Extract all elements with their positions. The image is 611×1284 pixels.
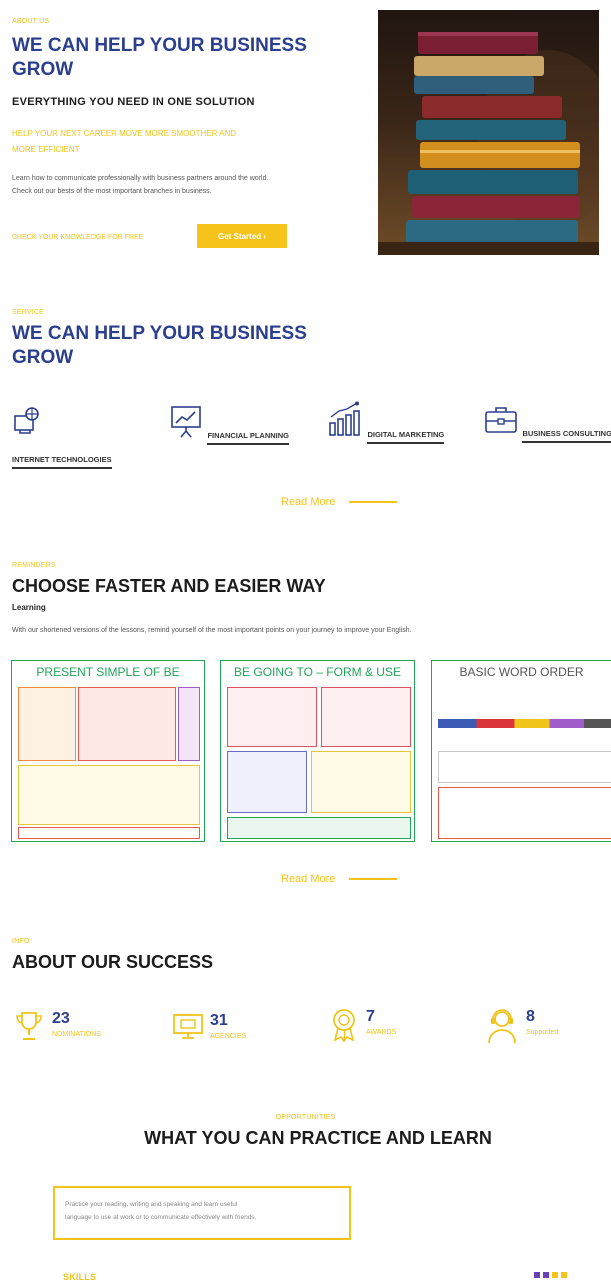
lesson-card-be-going-to[interactable]: BE GOING TO – FORM & USE <box>220 660 415 842</box>
about-kicker: ABOUT US <box>12 18 50 25</box>
service-internet-technologies[interactable]: INTERNET TECHNOLOGIES <box>12 404 142 469</box>
service-label-consulting: BUSINESS CONSULTING <box>522 429 611 443</box>
lesson-card-basic-word-order[interactable]: BASIC WORD ORDER <box>431 660 611 842</box>
card2-block-a <box>227 687 317 747</box>
service-label-digital: DIGITAL MARKETING <box>367 430 445 444</box>
practice-box-line2: language to use at work or to communicat… <box>65 1214 257 1221</box>
books-image <box>378 10 599 255</box>
service-title: WE CAN HELP YOUR BUSINESS GROW <box>12 322 307 370</box>
stat-label-agencies: AGENCIES <box>210 1033 247 1040</box>
card1-block-e <box>18 827 200 839</box>
about-yellow-tagline: HELP YOUR NEXT CAREER MOVE MORE SMOOTHER… <box>12 126 236 158</box>
about-yellow-line2: MORE EFFICIENT <box>12 145 80 154</box>
about-title-line2: GROW <box>12 59 74 80</box>
card3-block-b <box>438 751 611 783</box>
service-financial-planning[interactable]: FINANCIAL PLANNING <box>169 404 299 445</box>
reminders-read-more-label[interactable]: Read More <box>281 873 335 885</box>
read-more-line <box>349 501 398 503</box>
stat-num-nominations: 23 <box>52 1010 70 1027</box>
stat-awards: 7 AWARDS <box>330 1008 396 1042</box>
read-more-line-2 <box>349 878 398 880</box>
lesson-card-present-simple[interactable]: PRESENT SIMPLE OF BE <box>11 660 205 842</box>
about-title: WE CAN HELP YOUR BUSINESS GROW <box>12 34 307 82</box>
service-kicker: SERVICE <box>12 309 45 316</box>
card-title-present-simple: PRESENT SIMPLE OF BE <box>36 665 180 679</box>
carousel-dot-1[interactable] <box>534 1272 540 1278</box>
bar-growth-icon <box>329 401 360 436</box>
trophy-icon <box>16 1012 42 1040</box>
service-digital-marketing[interactable]: DIGITAL MARKETING <box>327 401 457 444</box>
about-body-line1: Learn how to communicate professionally … <box>12 175 269 182</box>
practice-kicker: OPPORTUNITIES <box>275 1114 336 1121</box>
globe-computer-icon <box>14 407 39 434</box>
card2-block-c <box>227 751 307 813</box>
reminders-body: With our shortened versions of the lesso… <box>12 627 412 634</box>
card1-block-d <box>18 765 200 825</box>
card2-block-e <box>227 817 411 839</box>
stat-num-agencies: 31 <box>210 1012 228 1029</box>
reminders-title: CHOOSE FASTER AND EASIER WAY <box>12 576 326 596</box>
practice-box-line1: Practice your reading, writing and speak… <box>65 1201 238 1208</box>
success-kicker: INFO <box>12 938 30 945</box>
service-read-more[interactable]: Read More <box>281 496 398 508</box>
award-ribbon-icon <box>333 1009 355 1042</box>
card1-block-c <box>178 687 200 761</box>
stat-num-awards: 7 <box>366 1008 375 1025</box>
monitor-icon <box>173 1014 203 1039</box>
stat-nominations: 23 NOMINATIONS <box>14 1010 101 1042</box>
presentation-chart-icon <box>171 406 201 438</box>
book-stack-illustration <box>378 32 599 255</box>
skills-heading: SKILLS <box>63 1272 97 1282</box>
stat-label-nominations: NOMINATIONS <box>52 1031 101 1038</box>
carousel-dots[interactable] <box>534 1272 567 1278</box>
reminders-kicker: REMINDERS <box>12 562 56 569</box>
check-knowledge-link[interactable]: CHECK YOUR KNOWLEDGE FOR FREE <box>12 234 143 241</box>
about-title-line1: WE CAN HELP YOUR BUSINESS <box>12 35 307 56</box>
reminders-sub: Learning <box>12 603 46 612</box>
carousel-dot-3[interactable] <box>552 1272 558 1278</box>
support-agent-icon <box>488 1009 516 1044</box>
briefcase-icon <box>485 407 517 433</box>
card3-word-order-bar <box>438 719 611 728</box>
service-label-internet: INTERNET TECHNOLOGIES <box>12 455 112 469</box>
card2-block-d <box>311 751 411 813</box>
service-title-line1: WE CAN HELP YOUR BUSINESS <box>12 323 307 344</box>
about-yellow-line1: HELP YOUR NEXT CAREER MOVE MORE SMOOTHER… <box>12 129 237 138</box>
card1-block-b <box>78 687 176 761</box>
about-body: Learn how to communicate professionally … <box>12 172 372 198</box>
stat-num-supported: 8 <box>526 1008 535 1025</box>
practice-title: WHAT YOU CAN PRACTICE AND LEARN <box>144 1128 492 1148</box>
card-title-be-going-to: BE GOING TO – FORM & USE <box>234 665 401 679</box>
stat-supported: 8 Supported <box>486 1008 558 1044</box>
card-title-basic-word-order: BASIC WORD ORDER <box>459 665 584 679</box>
reminders-read-more[interactable]: Read More <box>281 873 398 885</box>
get-started-button[interactable]: Get Started › <box>197 224 287 248</box>
practice-info-box: Practice your reading, writing and speak… <box>53 1186 351 1240</box>
stat-agencies: 31 AGENCIES <box>172 1012 246 1040</box>
stat-label-awards: AWARDS <box>366 1029 397 1036</box>
card1-block-a <box>18 687 76 761</box>
card3-block-c <box>438 787 611 839</box>
stat-label-supported: Supported <box>526 1029 559 1036</box>
success-title: ABOUT OUR SUCCESS <box>12 952 214 972</box>
about-subtitle: EVERYTHING YOU NEED IN ONE SOLUTION <box>12 96 255 108</box>
about-body-line2: Check out our bests of the most importan… <box>12 188 212 195</box>
carousel-dot-4[interactable] <box>561 1272 567 1278</box>
carousel-dot-2[interactable] <box>543 1272 549 1278</box>
service-label-financial: FINANCIAL PLANNING <box>207 431 289 445</box>
service-business-consulting[interactable]: BUSINESS CONSULTING <box>484 404 611 443</box>
service-read-more-label[interactable]: Read More <box>281 496 335 508</box>
service-title-line2: GROW <box>12 347 74 368</box>
card2-block-b <box>321 687 411 747</box>
